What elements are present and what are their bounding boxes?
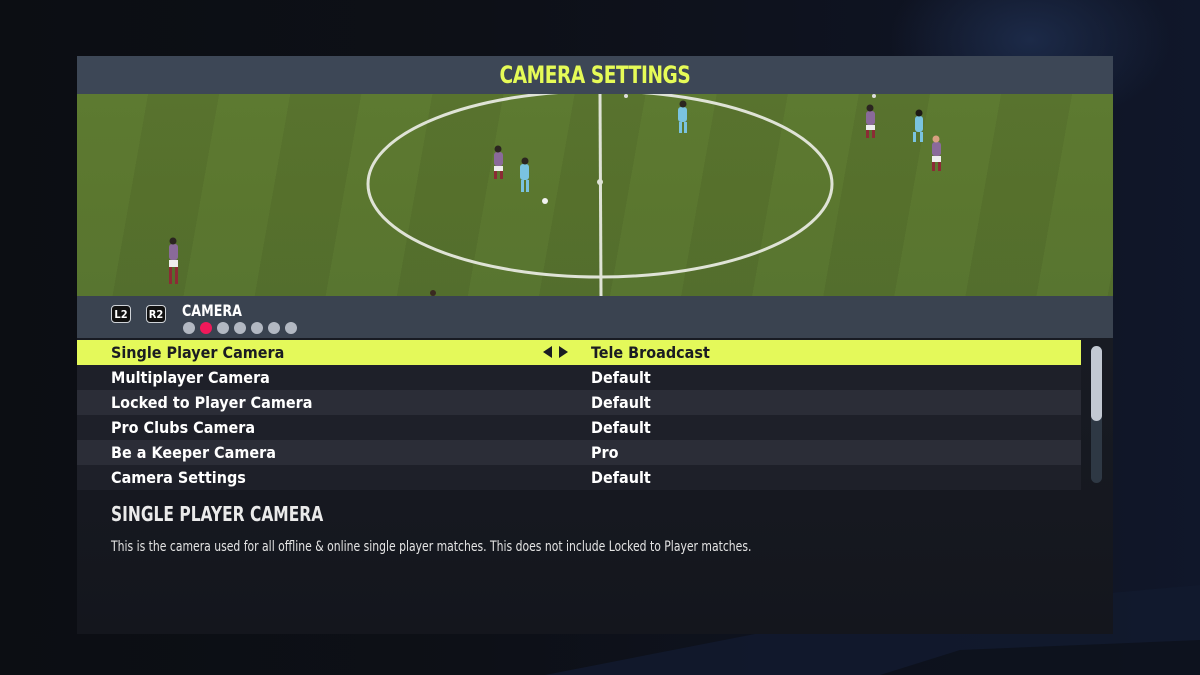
page-title: CAMERA SETTINGS [499,61,691,89]
description-title: SINGLE PLAYER CAMERA [111,502,324,526]
page-dot-7[interactable] [285,322,297,334]
setting-value: Tele Broadcast [591,343,710,362]
center-spot [597,179,603,185]
setting-value: Pro [591,443,619,462]
setting-label: Pro Clubs Camera [111,418,256,437]
arrow-left-icon[interactable] [543,346,552,358]
setting-row-multiplayer-camera[interactable]: Multiplayer Camera Default [77,365,1081,390]
player-partial-top-right [872,94,876,98]
page-dot-3[interactable] [217,322,229,334]
setting-value: Default [591,393,651,412]
setting-row-locked-to-player-camera[interactable]: Locked to Player Camera Default [77,390,1081,415]
setting-row-single-player-camera[interactable]: Single Player Camera Tele Broadcast [77,340,1081,365]
page-dot-2-active[interactable] [200,322,212,334]
setting-label: Multiplayer Camera [111,368,270,387]
next-tab-button[interactable]: R2 [146,305,166,323]
page-dot-5[interactable] [251,322,263,334]
setting-value: Default [591,418,651,437]
player-light-blue-2 [678,100,687,133]
tab-bar: L2 R2 CAMERA [77,296,1113,338]
player-partial-top [624,94,628,98]
setting-label: Camera Settings [111,468,246,487]
setting-row-pro-clubs-camera[interactable]: Pro Clubs Camera Default [77,415,1081,440]
setting-row-be-a-keeper-camera[interactable]: Be a Keeper Camera Pro [77,440,1081,465]
setting-label: Be a Keeper Camera [111,443,276,462]
page-dot-4[interactable] [234,322,246,334]
camera-preview [77,94,1113,296]
player-red-1 [494,145,503,179]
player-light-blue-3 [913,109,923,142]
player-red-2 [866,104,875,138]
player-light-blue-1 [520,157,529,192]
scrollbar-thumb[interactable] [1091,346,1102,421]
prev-tab-button[interactable]: L2 [111,305,131,323]
player-red-4 [169,237,178,284]
current-tab-label: CAMERA [182,301,242,320]
camera-settings-panel: CAMERA SETTINGS L2 R2 CAMERA Single Play… [77,56,1113,634]
page-dot-6[interactable] [268,322,280,334]
scrollbar[interactable] [1091,346,1102,483]
setting-label: Locked to Player Camera [111,393,313,412]
arrow-right-icon[interactable] [559,346,568,358]
page-dot-1[interactable] [183,322,195,334]
setting-value: Default [591,368,651,387]
pitch-graphic [169,94,941,296]
left-right-arrows-icon[interactable] [543,346,568,358]
settings-list: Single Player Camera Tele Broadcast Mult… [77,340,1081,490]
page-indicator [183,322,297,334]
description-text: This is the camera used for all offline … [111,539,752,555]
setting-label: Single Player Camera [111,343,285,362]
player-red-3 [932,135,941,171]
halfway-line [598,94,603,296]
ball [542,198,548,204]
title-bar: CAMERA SETTINGS [77,56,1113,94]
setting-row-camera-settings[interactable]: Camera Settings Default [77,465,1081,490]
setting-value: Default [591,468,651,487]
